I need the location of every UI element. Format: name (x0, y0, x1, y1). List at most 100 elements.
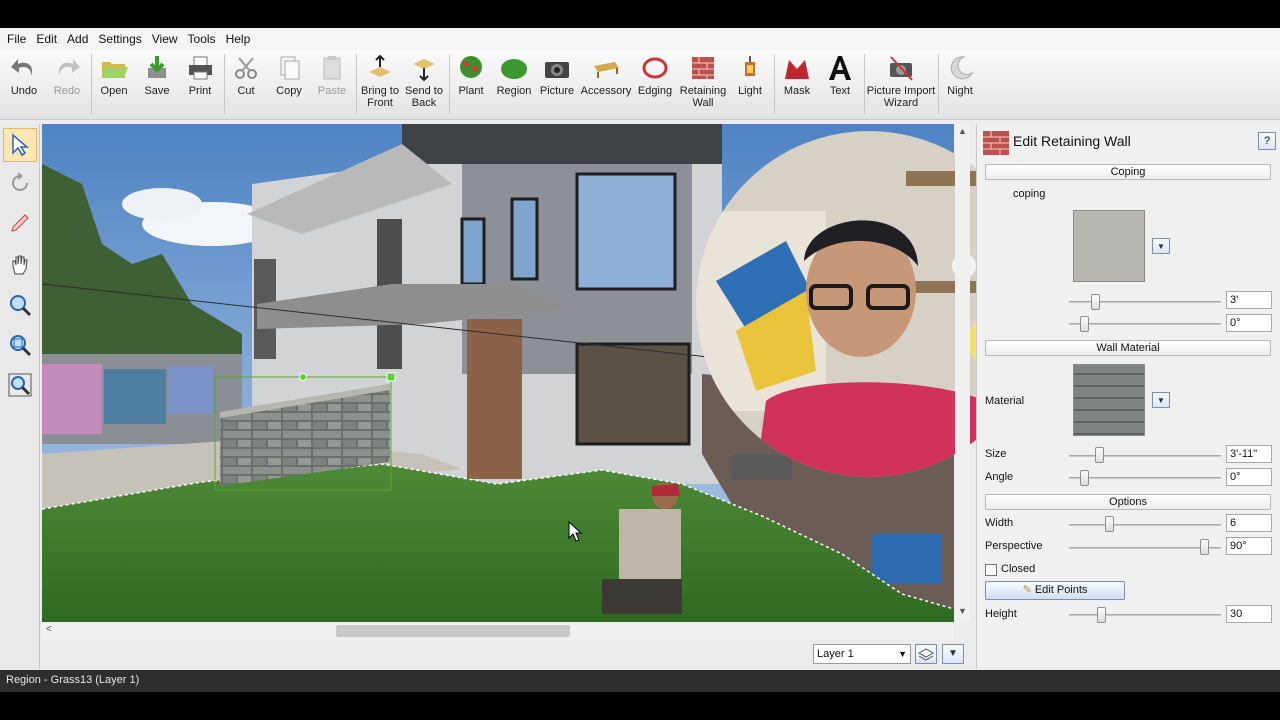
copy-button[interactable]: Copy (269, 54, 309, 116)
angle-slider-thumb[interactable] (1080, 470, 1089, 486)
undo-button[interactable]: Undo (4, 54, 44, 116)
wall-material-section-header[interactable]: Wall Material (985, 340, 1271, 356)
menu-file[interactable]: File (2, 28, 31, 50)
menu-add[interactable]: Add (62, 28, 93, 50)
coping-angle-slider[interactable] (1069, 323, 1221, 325)
perspective-slider-thumb[interactable] (1200, 539, 1209, 555)
plant-label: Plant (458, 85, 484, 97)
horizontal-scroll-thumb[interactable] (336, 625, 571, 637)
menu-tools[interactable]: Tools (183, 28, 221, 50)
undo-label: Undo (10, 85, 38, 97)
wall-material-dropdown[interactable]: ▼ (1152, 392, 1170, 408)
paste-button[interactable]: Paste (312, 54, 352, 116)
size-slider[interactable] (1069, 455, 1221, 457)
send-to-back-label-1: Send to (405, 85, 443, 97)
perspective-slider[interactable] (1069, 547, 1221, 549)
cut-button[interactable]: Cut (226, 54, 266, 116)
mask-label: Mask (783, 85, 811, 97)
panel-title: Edit Retaining Wall (1013, 133, 1131, 149)
chevron-down-icon: ▼ (1157, 241, 1165, 251)
coping-size-thumb[interactable] (1091, 294, 1100, 310)
coping-section-header[interactable]: Coping (985, 164, 1271, 180)
menu-edit[interactable]: Edit (31, 28, 62, 50)
wall-material-swatch[interactable] (1073, 364, 1145, 436)
coping-angle-thumb[interactable] (1080, 316, 1089, 332)
redo-button[interactable]: Redo (47, 54, 87, 116)
print-button[interactable]: Print (180, 54, 220, 116)
scroll-left-arrow-icon[interactable]: < (46, 624, 52, 635)
zoom-extents-icon (10, 335, 32, 357)
menu-settings[interactable]: Settings (93, 28, 146, 50)
toolbar-separator (774, 54, 775, 114)
layer-dropdown-button[interactable]: ▼ (942, 644, 964, 664)
picture-button[interactable]: Picture (537, 54, 577, 116)
open-button[interactable]: Open (94, 54, 134, 116)
coping-angle-value[interactable]: 0° (1226, 314, 1272, 332)
mask-icon (785, 60, 809, 79)
height-value[interactable]: 30 (1226, 605, 1272, 623)
picture-label: Picture (539, 85, 575, 97)
plant-button[interactable]: Plant (451, 54, 491, 116)
closed-label: Closed (1001, 563, 1036, 575)
width-label: Width (985, 517, 1014, 529)
options-section-header[interactable]: Options (985, 494, 1271, 510)
text-button[interactable]: Text (820, 54, 860, 116)
clipboard-icon (323, 56, 341, 80)
accessory-button[interactable]: Accessory (580, 54, 632, 116)
zoom-window-tool[interactable] (3, 368, 37, 402)
send-to-back-button[interactable]: Send to Back (402, 54, 446, 116)
height-slider[interactable] (1069, 614, 1221, 616)
size-slider-thumb[interactable] (1095, 447, 1104, 463)
pan-tool[interactable] (3, 248, 37, 282)
zoom-extents-tool[interactable] (3, 328, 37, 362)
select-tool[interactable] (3, 128, 37, 162)
send-to-back-icon (413, 59, 435, 82)
coping-size-value[interactable]: 3' (1226, 291, 1272, 309)
zoom-in-tool[interactable] (3, 288, 37, 322)
picture-import-wizard-button[interactable]: Picture Import Wizard (866, 54, 936, 116)
night-label: Night (947, 85, 973, 97)
rotate-tool[interactable] (3, 166, 37, 200)
scroll-up-arrow-icon[interactable]: ▲ (958, 126, 967, 136)
edging-button[interactable]: Edging (634, 54, 676, 116)
closed-checkbox[interactable] (985, 564, 997, 576)
scroll-down-arrow-icon[interactable]: ▼ (958, 606, 967, 616)
retaining-wall-button[interactable]: Retaining Wall (679, 54, 727, 116)
layers-icon (917, 648, 935, 661)
night-button[interactable]: Night (940, 54, 980, 116)
width-slider-thumb[interactable] (1105, 516, 1114, 532)
perspective-label: Perspective (985, 540, 1043, 552)
toolbar-separator (449, 54, 450, 114)
picture-import-label-2: Wizard (883, 97, 919, 109)
height-slider-thumb[interactable] (1097, 607, 1106, 623)
menu-view[interactable]: View (147, 28, 183, 50)
horizontal-scrollbar[interactable]: < (42, 622, 954, 640)
save-button[interactable]: Save (137, 54, 177, 116)
help-button[interactable]: ? (1258, 132, 1276, 150)
light-button[interactable]: Light (730, 54, 770, 116)
angle-slider[interactable] (1069, 477, 1221, 479)
edit-points-button[interactable]: ✎ Edit Points (985, 581, 1125, 600)
width-slider[interactable] (1069, 524, 1221, 526)
size-value[interactable]: 3'-11" (1226, 445, 1272, 463)
pen-tool[interactable] (3, 206, 37, 240)
height-label: Height (985, 608, 1017, 620)
save-icon (148, 56, 166, 78)
open-folder-icon (102, 62, 128, 78)
layer-select[interactable]: Layer 1 ▼ (813, 644, 911, 664)
vertical-scrollbar[interactable]: ▲ ▼ (955, 124, 970, 622)
bring-to-front-label-2: Front (367, 97, 393, 109)
coping-material-dropdown[interactable]: ▼ (1152, 238, 1170, 254)
mask-button[interactable]: Mask (776, 54, 818, 116)
undo-icon (11, 59, 33, 76)
region-button[interactable]: Region (494, 54, 534, 116)
perspective-value[interactable]: 90° (1226, 537, 1272, 555)
open-label: Open (100, 85, 128, 97)
angle-value[interactable]: 0° (1226, 468, 1272, 486)
bring-to-front-button[interactable]: Bring to Front (358, 54, 402, 116)
coping-swatch[interactable] (1073, 210, 1145, 282)
layers-button[interactable] (915, 644, 937, 664)
width-value[interactable]: 6 (1226, 514, 1272, 532)
menu-help[interactable]: Help (221, 28, 256, 50)
angle-label: Angle (985, 471, 1014, 483)
